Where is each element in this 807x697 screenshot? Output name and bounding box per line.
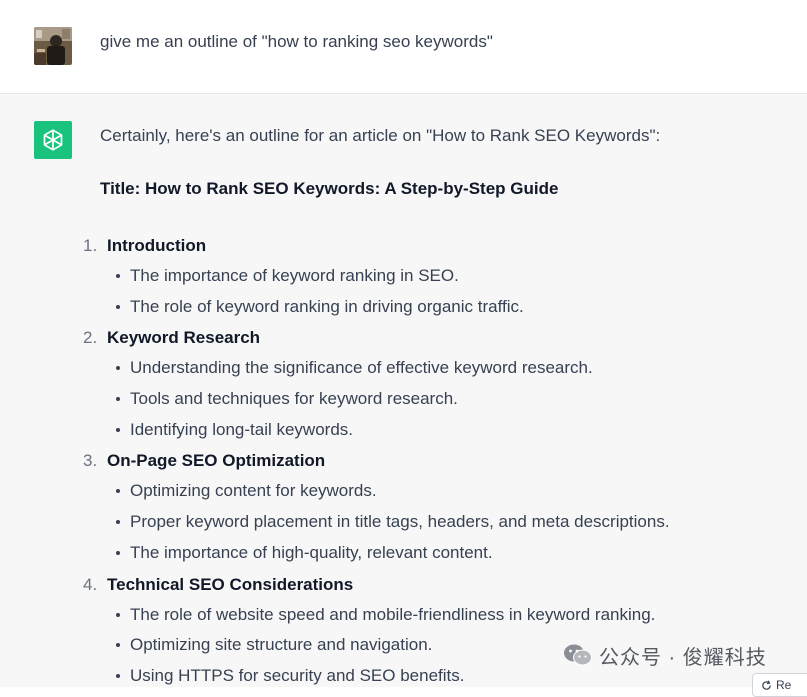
bullet-item: Optimizing content for keywords. [100, 476, 790, 507]
watermark: 公众号 · 俊耀科技 [563, 642, 767, 669]
section-title: Keyword Research [107, 328, 261, 348]
wechat-icon [564, 644, 592, 666]
section-title: Introduction [107, 236, 207, 255]
openai-logo-icon-svg [43, 129, 63, 151]
section-number: 4. [83, 574, 98, 594]
user-avatar-photo-icon [34, 27, 72, 65]
assistant-message-row: Certainly, here's an outline for an arti… [0, 94, 807, 687]
bullet-item: Understanding the significance of effect… [100, 353, 790, 384]
outline-section: 4. Technical SEO Considerations The role… [83, 569, 790, 692]
outline-list: 1. Introduction The importance of keywor… [83, 230, 790, 692]
section-title: Technical SEO Considerations [107, 574, 354, 594]
user-message-text: give me an outline of "how to ranking se… [100, 32, 493, 51]
assistant-message-content: Certainly, here's an outline for an arti… [83, 125, 790, 692]
section-number: 1. [83, 236, 98, 255]
section-number: 2. [83, 328, 98, 348]
outline-section: 3. On-Page SEO Optimization Optimizing c… [83, 445, 790, 568]
bullet-item: Identifying long-tail keywords. [100, 415, 790, 446]
bullet-item: The importance of keyword ranking in SEO… [100, 261, 790, 292]
section-bullets: The importance of keyword ranking in SEO… [100, 261, 790, 322]
bullet-item: The role of website speed and mobile-fri… [100, 600, 790, 631]
user-message-row: give me an outline of "how to ranking se… [0, 0, 807, 94]
assistant-intro-text: Certainly, here's an outline for an arti… [100, 126, 661, 145]
bullet-item: Tools and techniques for keyword researc… [100, 384, 790, 415]
bullet-item: The role of keyword ranking in driving o… [100, 292, 790, 323]
outline-title: Title: How to Rank SEO Keywords: A Step-… [100, 179, 559, 198]
section-title: On-Page SEO Optimization [107, 451, 326, 471]
watermark-text: 公众号 · 俊耀科技 [599, 646, 767, 669]
regenerate-label: Re [776, 678, 792, 692]
regenerate-button[interactable]: Re [752, 673, 807, 697]
section-bullets: Understanding the significance of effect… [100, 353, 790, 445]
user-avatar [34, 27, 72, 65]
bullet-item: Proper keyword placement in title tags, … [100, 507, 790, 538]
bullet-item: The importance of high-quality, relevant… [100, 538, 790, 569]
section-number: 3. [83, 451, 98, 471]
section-bullets: Optimizing content for keywords. Proper … [100, 476, 790, 568]
openai-logo-icon [34, 121, 72, 159]
outline-section: 2. Keyword Research Understanding the si… [83, 322, 790, 445]
outline-section: 1. Introduction The importance of keywor… [83, 230, 790, 322]
refresh-icon [762, 679, 771, 690]
